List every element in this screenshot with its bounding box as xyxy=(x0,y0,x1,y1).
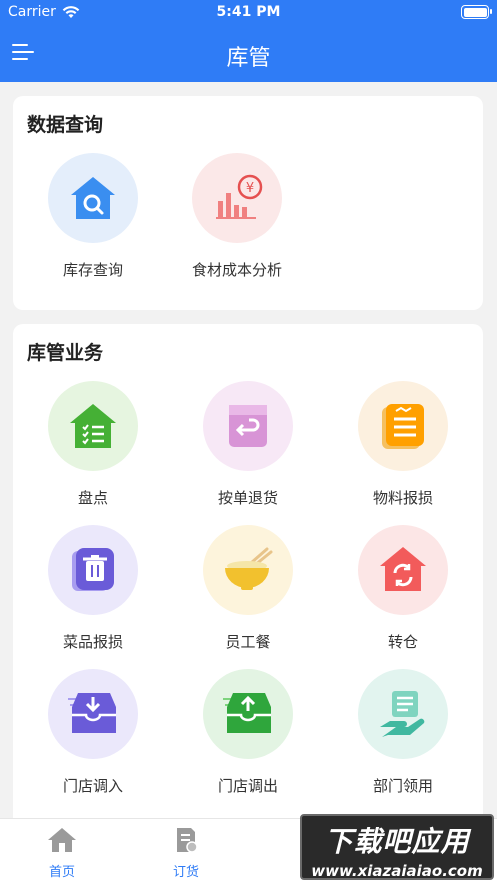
tile-label: 转仓 xyxy=(387,633,418,651)
section-title: 库管业务 xyxy=(27,342,104,364)
cost-chart-icon: ¥ xyxy=(192,153,282,243)
home-icon xyxy=(48,828,76,852)
return-box-icon xyxy=(203,381,293,471)
tile-label: 员工餐 xyxy=(225,633,271,651)
order-return-tile[interactable]: 按单退货 xyxy=(168,381,328,508)
cost-analysis-tile[interactable]: ¥ 食材成本分析 xyxy=(157,153,317,280)
tile-label: 盘点 xyxy=(77,489,108,507)
watermark-logo: 下载吧应用 www.xiazaiaiao.com xyxy=(300,814,494,880)
tile-label: 门店调入 xyxy=(62,777,123,795)
tile-label: 按单退货 xyxy=(217,489,278,507)
svg-text:¥: ¥ xyxy=(246,181,254,196)
nav-bar: 库管 xyxy=(0,26,497,82)
tile-label: 食材成本分析 xyxy=(191,261,282,279)
department-use-tile[interactable]: 部门领用 xyxy=(323,669,483,796)
material-loss-icon xyxy=(358,381,448,471)
tile-label: 物料报损 xyxy=(372,489,433,507)
watermark-title: 下载吧应用 xyxy=(324,825,470,858)
hand-document-icon xyxy=(358,669,448,759)
transfer-in-icon xyxy=(48,669,138,759)
section-title: 数据查询 xyxy=(27,114,104,136)
inventory-query-tile[interactable]: 库存查询 xyxy=(13,153,173,280)
noodle-bowl-icon xyxy=(203,525,293,615)
house-search-icon xyxy=(48,153,138,243)
inventory-check-icon xyxy=(48,381,138,471)
store-transfer-out-tile[interactable]: 门店调出 xyxy=(168,669,328,796)
tab-label: 首页 xyxy=(48,865,75,880)
order-doc-icon xyxy=(177,828,198,853)
status-bar: Carrier 5:41 PM xyxy=(0,0,497,26)
tab-order[interactable]: 订货 xyxy=(136,827,236,880)
inventory-check-tile[interactable]: 盘点 xyxy=(13,381,173,508)
material-loss-tile[interactable]: 物料报损 xyxy=(323,381,483,508)
store-transfer-in-tile[interactable]: 门店调入 xyxy=(13,669,173,796)
trash-icon xyxy=(48,525,138,615)
tile-label: 菜品报损 xyxy=(62,633,123,651)
staff-meal-tile[interactable]: 员工餐 xyxy=(168,525,328,652)
tile-label: 部门领用 xyxy=(372,777,433,795)
tab-label: 订货 xyxy=(172,865,199,880)
watermark-url: www.xiazaiaiao.com xyxy=(311,862,483,880)
warehouse-card: 库管业务 盘点 按单退货 物料报损 菜品报损 员工餐 转仓 门店调入 门店调出 … xyxy=(13,324,483,844)
tab-home[interactable]: 首页 xyxy=(12,827,112,880)
page-title: 库管 xyxy=(226,46,271,71)
battery-icon xyxy=(461,5,492,19)
dish-loss-tile[interactable]: 菜品报损 xyxy=(13,525,173,652)
transfer-out-icon xyxy=(203,669,293,759)
warehouse-transfer-tile[interactable]: 转仓 xyxy=(323,525,483,652)
tile-label: 门店调出 xyxy=(217,777,278,795)
status-time: 5:41 PM xyxy=(216,4,281,20)
warehouse-transfer-icon xyxy=(358,525,448,615)
data-query-card: 数据查询 库存查询 ¥ 食材成本分析 xyxy=(13,96,483,310)
tile-label: 库存查询 xyxy=(62,261,123,279)
